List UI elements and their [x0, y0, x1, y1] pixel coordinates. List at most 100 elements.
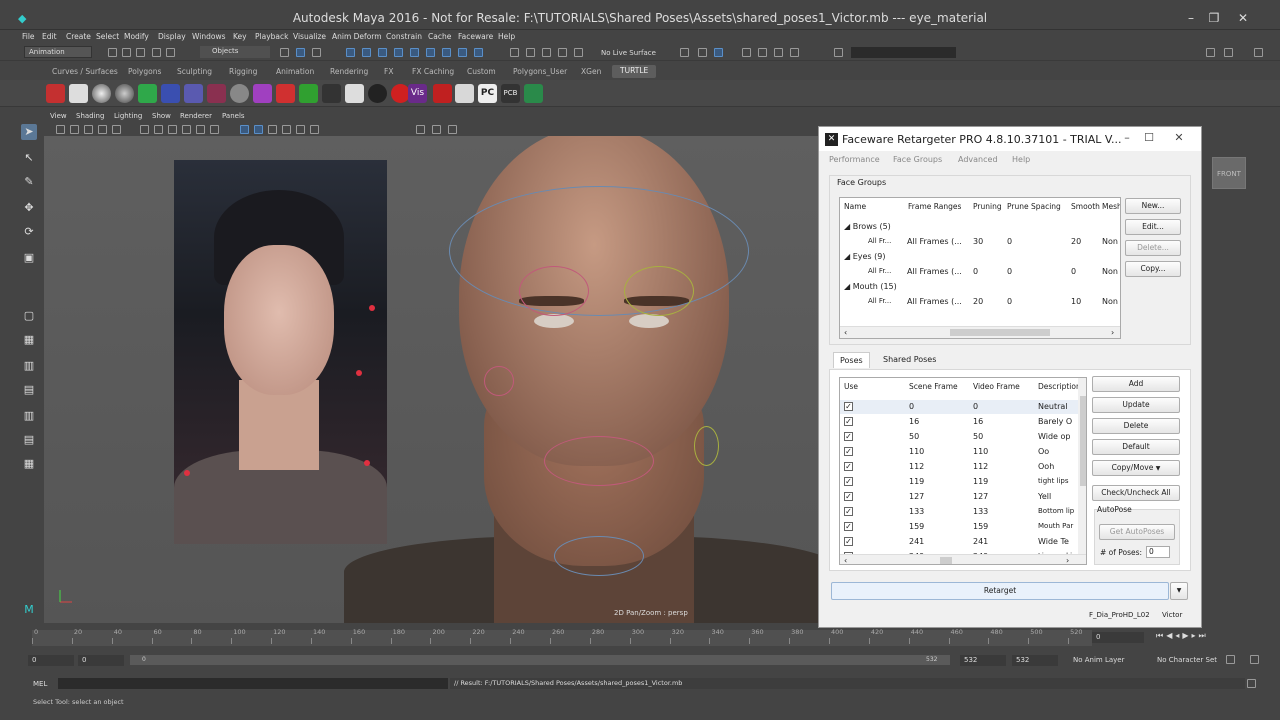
shelf-tab-rigging[interactable]: Rigging [229, 67, 257, 76]
mask-icon-2[interactable] [362, 48, 371, 57]
pose-row[interactable]: ✓ 110 110 Oo [840, 445, 1078, 459]
pose-video-frame[interactable]: 127 [973, 492, 988, 501]
paint-select-icon[interactable]: ✎ [21, 174, 37, 190]
vp-menu-shading[interactable]: Shading [76, 112, 104, 120]
undo-icon[interactable] [152, 48, 161, 57]
menu-modify[interactable]: Modify [124, 32, 149, 41]
attribute-editor-toggle-icon[interactable] [1224, 48, 1233, 57]
camera-select-icon[interactable] [56, 125, 65, 134]
textured-icon[interactable] [268, 125, 277, 134]
fg-row-mouth-mesh[interactable]: Non [1102, 297, 1118, 306]
mel-label[interactable]: MEL [33, 680, 47, 688]
command-input[interactable] [58, 678, 448, 689]
smooth-shade-icon[interactable] [254, 125, 263, 134]
fw-menu-advanced[interactable]: Advanced [958, 155, 998, 164]
pose-use-checkbox[interactable]: ✓ [844, 417, 853, 426]
vis-icon[interactable]: Vis [408, 84, 427, 103]
brow-control-right[interactable] [624, 266, 694, 316]
shelf-tab-custom[interactable]: Custom [467, 67, 496, 76]
fg-new-button[interactable]: New... [1125, 198, 1181, 214]
gray-capsule-icon[interactable] [230, 84, 249, 103]
scroll-left-icon[interactable]: ‹ [844, 556, 847, 564]
purple-torus-icon[interactable] [253, 84, 272, 103]
pose-scene-frame[interactable]: 112 [909, 462, 924, 471]
pose-scene-frame[interactable]: 133 [909, 507, 924, 516]
pose-video-frame[interactable]: 50 [973, 432, 983, 441]
camera-attr-icon[interactable] [70, 125, 79, 134]
pose-col-scene[interactable]: Scene Frame [909, 382, 958, 391]
maximize-icon[interactable]: ❐ [1205, 11, 1223, 25]
snap-grid-icon[interactable] [510, 48, 519, 57]
fg-col-smooth[interactable]: Smooth [1071, 202, 1100, 211]
pose-use-checkbox[interactable]: ✓ [844, 492, 853, 501]
pcb-icon[interactable]: PCB [501, 84, 520, 103]
mask-icon-8[interactable] [458, 48, 467, 57]
name-field-input[interactable] [851, 47, 956, 58]
fg-row-mouth-range[interactable]: All Frames (... [907, 297, 962, 306]
pose-row[interactable]: ✓ 133 133 Bottom lip [840, 505, 1078, 519]
fg-group-eyes[interactable]: ◢ Eyes (9) [844, 252, 885, 261]
text-tool-icon[interactable] [455, 84, 474, 103]
pose-description[interactable]: Neutral [1038, 402, 1068, 411]
vp-menu-view[interactable]: View [50, 112, 67, 120]
mask-icon-4[interactable] [394, 48, 403, 57]
close-icon[interactable]: ✕ [1234, 11, 1252, 25]
time-slider[interactable]: 0 20 40 60 80 100 120 140 160 180 200 220 240 260 280 3… [18, 628, 1280, 648]
snap-curve-icon[interactable] [526, 48, 535, 57]
fg-col-mesh[interactable]: Mesh [1102, 202, 1120, 211]
pose-description[interactable]: tight lips [1038, 477, 1069, 485]
fg-copy-button[interactable]: Copy... [1125, 261, 1181, 277]
live-surface-label[interactable]: No Live Surface [601, 49, 656, 57]
menu-playback[interactable]: Playback [255, 32, 288, 41]
shelf-tab-animation[interactable]: Animation [276, 67, 314, 76]
get-autoposes-button[interactable]: Get AutoPoses [1099, 524, 1175, 540]
pose-row[interactable]: ✓ 119 119 tight lips [840, 475, 1078, 489]
minimize-icon[interactable]: – [1182, 11, 1200, 25]
pose-add-button[interactable]: Add [1092, 376, 1180, 392]
shelf-tab-polygons-user[interactable]: Polygons_User [513, 67, 567, 76]
menu-key[interactable]: Key [233, 32, 247, 41]
layout-icon-5[interactable]: ▥ [21, 408, 37, 424]
pose-scene-frame[interactable]: 50 [909, 432, 919, 441]
lights-icon[interactable] [282, 125, 291, 134]
pose-video-frame[interactable]: 0 [973, 402, 978, 411]
mouth-control[interactable] [544, 436, 654, 486]
pose-description[interactable]: Yell [1038, 492, 1051, 501]
purple-tool-icon[interactable] [184, 84, 203, 103]
menu-help[interactable]: Help [498, 32, 515, 41]
layout-icon-6[interactable]: ▤ [21, 432, 37, 448]
fg-row-brows-mesh[interactable]: Non [1102, 237, 1118, 246]
menu-windows[interactable]: Windows [192, 32, 225, 41]
menu-select[interactable]: Select [96, 32, 119, 41]
pose-video-frame[interactable]: 110 [973, 447, 988, 456]
pose-video-frame[interactable]: 133 [973, 507, 988, 516]
fg-edit-button[interactable]: Edit... [1125, 219, 1181, 235]
mask-icon-6[interactable] [426, 48, 435, 57]
green-object-icon[interactable] [138, 84, 157, 103]
pose-row[interactable]: ✓ 112 112 Ooh [840, 460, 1078, 474]
cheek-control-left[interactable] [484, 366, 514, 396]
light-icon[interactable] [345, 84, 364, 103]
mask-icon-9[interactable] [474, 48, 483, 57]
fw-maximize-icon[interactable]: ☐ [1141, 131, 1157, 144]
safe-action-icon[interactable] [210, 125, 219, 134]
fg-row-mouth-smooth[interactable]: 10 [1071, 297, 1081, 306]
anim-prefs-icon[interactable] [1226, 655, 1235, 664]
green-blob-icon[interactable] [299, 84, 318, 103]
layout-icon-4[interactable]: ▤ [21, 382, 37, 398]
menu-set-dropdown[interactable]: Animation [24, 46, 92, 58]
move-tool-icon[interactable]: ✥ [21, 200, 37, 216]
rotate-tool-icon[interactable]: ⟳ [21, 224, 37, 240]
ipr-render-icon[interactable] [774, 48, 783, 57]
fg-row-eyes-pruning[interactable]: 0 [973, 267, 978, 276]
scale-tool-icon[interactable]: ▣ [21, 250, 37, 266]
fg-col-pruning[interactable]: Pruning [973, 202, 1002, 211]
layout-icon-3[interactable]: ▥ [21, 358, 37, 374]
pose-scene-frame[interactable]: 0 [909, 402, 914, 411]
fw-close-icon[interactable]: ✕ [1171, 131, 1187, 144]
xray-joints-icon[interactable] [448, 125, 457, 134]
scroll-left-icon[interactable]: ‹ [844, 328, 847, 337]
playback-end-field[interactable]: 532 [960, 655, 1006, 666]
pose-default-button[interactable]: Default [1092, 439, 1180, 455]
check-uncheck-all-button[interactable]: Check/Uncheck All [1092, 485, 1180, 501]
